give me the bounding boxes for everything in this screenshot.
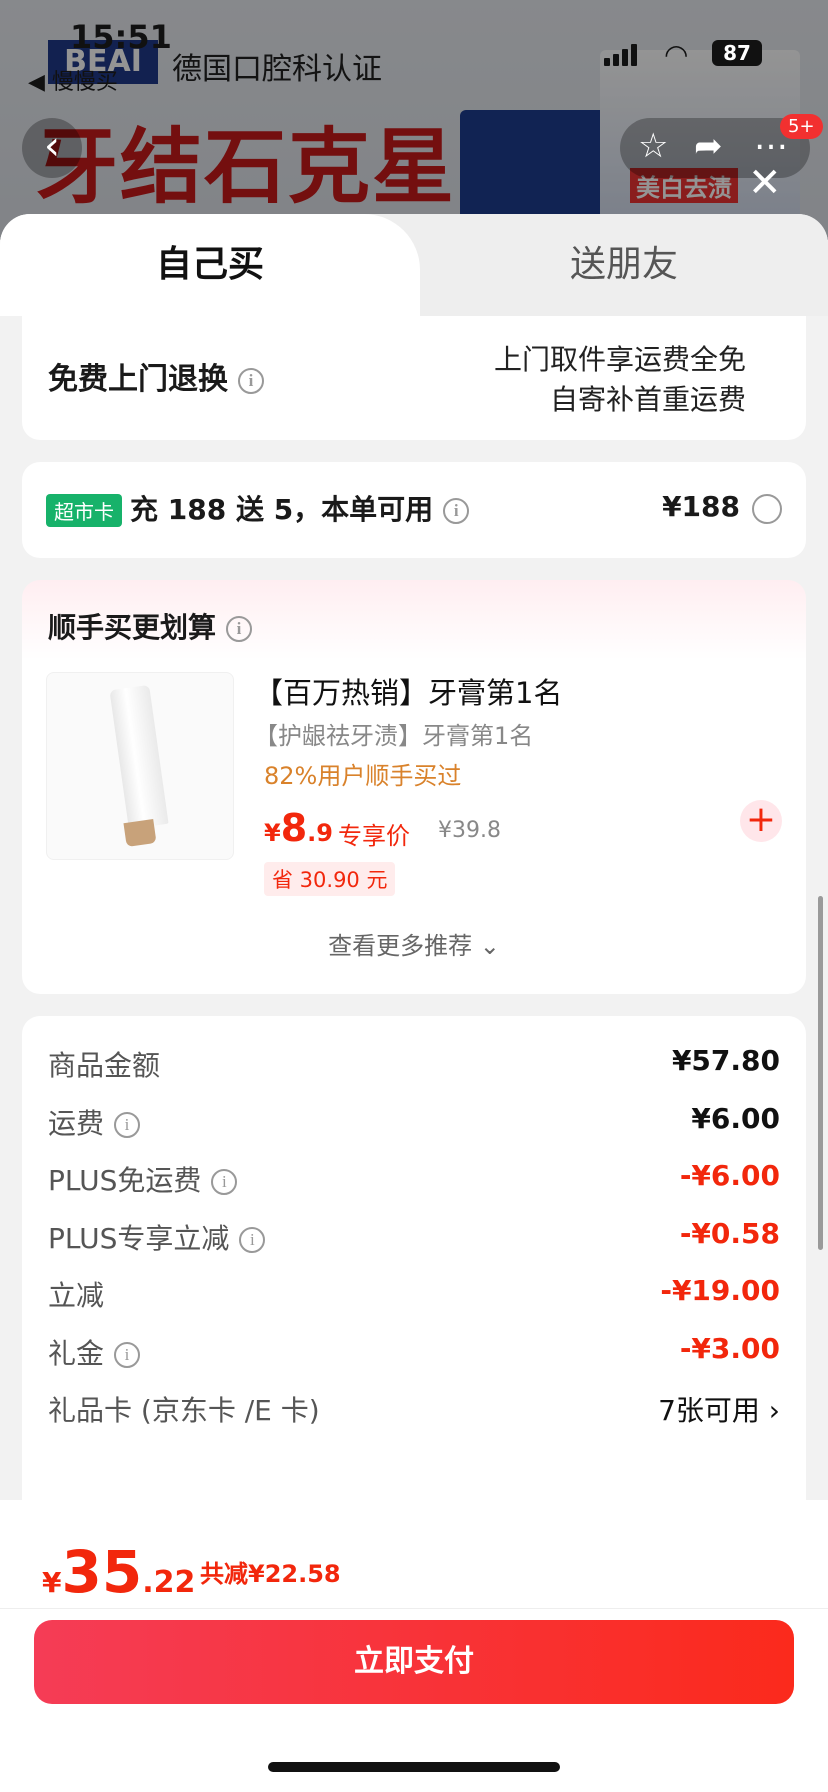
summary-value: 7张可用 › bbox=[658, 1394, 780, 1427]
info-icon[interactable]: i bbox=[211, 1169, 238, 1195]
summary-label: 立减 bbox=[48, 1279, 105, 1312]
product-price: ¥8.9 bbox=[264, 806, 333, 850]
info-icon[interactable]: i bbox=[239, 1226, 266, 1253]
star-icon[interactable]: ☆ bbox=[638, 126, 668, 166]
save-badge: 省 30.90 元 bbox=[264, 862, 396, 896]
info-icon[interactable]: i bbox=[114, 1341, 141, 1368]
info-icon[interactable]: i bbox=[226, 616, 253, 642]
summary-row: 礼金 i -¥3.00 bbox=[48, 1324, 780, 1372]
toothpaste-tube-image bbox=[109, 684, 169, 830]
supermarket-card-row[interactable]: 超市卡 充 188 送 5，本单可用 i ¥188 bbox=[22, 462, 806, 558]
supermarket-tag: 超市卡 bbox=[46, 494, 122, 527]
summary-label: 礼品卡 (京东卡 /E 卡) bbox=[48, 1394, 320, 1427]
add-to-order-button[interactable]: + bbox=[740, 800, 782, 842]
pay-now-button[interactable]: 立即支付 bbox=[34, 1620, 794, 1704]
summary-value: -¥19.00 bbox=[660, 1274, 780, 1307]
summary-value: -¥6.00 bbox=[679, 1159, 780, 1192]
toothpaste-cap-image bbox=[123, 819, 157, 847]
product-popularity: 82%用户顺手买过 bbox=[264, 762, 462, 790]
info-icon[interactable]: i bbox=[443, 498, 470, 524]
total-savings: 共减¥22.58 bbox=[200, 1560, 341, 1588]
signal-icon bbox=[604, 44, 638, 66]
clock: 15:51 bbox=[70, 18, 172, 56]
wifi-icon: ◠ bbox=[664, 38, 689, 71]
summary-label: PLUS免运费 i bbox=[48, 1159, 238, 1199]
recommend-title: 顺手买更划算 i bbox=[48, 606, 253, 646]
summary-row: 运费 i ¥6.00 bbox=[48, 1094, 780, 1142]
summary-row: 商品金额 ¥57.80 bbox=[48, 1036, 780, 1084]
return-line2: 自寄补首重运费 bbox=[549, 383, 746, 416]
summary-value: ¥57.80 bbox=[671, 1044, 780, 1077]
info-icon[interactable]: i bbox=[238, 367, 264, 394]
summary-row: PLUS免运费 i -¥6.00 bbox=[48, 1151, 780, 1199]
summary-row: 立减 -¥19.00 bbox=[48, 1266, 780, 1314]
recommend-card: 顺手买更划算 i 【百万热销】牙膏第1名 【护龈祛牙渍】牙膏第1名 82%用户顺手… bbox=[22, 580, 806, 994]
home-indicator[interactable] bbox=[268, 1762, 560, 1772]
summary-value: ¥6.00 bbox=[691, 1101, 780, 1135]
tab-gift-friend[interactable]: 送朋友 bbox=[420, 214, 828, 316]
return-line1: 上门取件享运费全免 bbox=[493, 343, 746, 376]
total-price: ¥35.22 bbox=[42, 1538, 196, 1606]
summary-label: 礼金 i bbox=[48, 1332, 141, 1372]
summary-row: PLUS专享立减 i -¥0.58 bbox=[48, 1209, 780, 1257]
supermarket-radio[interactable] bbox=[752, 494, 782, 524]
back-to-app-link[interactable]: ◀ 慢慢买 bbox=[28, 64, 118, 96]
close-icon[interactable]: ✕ bbox=[748, 160, 782, 206]
original-price: ¥39.8 bbox=[438, 818, 501, 843]
share-icon[interactable]: ➦ bbox=[694, 126, 723, 166]
tab-bar: 送朋友 自己买 bbox=[0, 214, 828, 316]
product-thumbnail[interactable] bbox=[46, 672, 234, 860]
back-icon[interactable]: ‹ bbox=[22, 118, 82, 178]
product-name[interactable]: 【百万热销】牙膏第1名 bbox=[254, 670, 562, 712]
summary-label: PLUS专享立减 i bbox=[48, 1217, 266, 1257]
tab-buy-self[interactable]: 自己买 bbox=[0, 214, 420, 316]
return-title: 免费上门退换 i bbox=[48, 354, 264, 398]
supermarket-price: ¥188 bbox=[662, 490, 740, 523]
more-recommend-link[interactable]: 查看更多推荐 ⌄ bbox=[22, 926, 806, 961]
battery-icon: 87 bbox=[712, 40, 762, 66]
price-summary-card: 商品金额 ¥57.80 运费 i ¥6.00 PLUS免运费 i -¥6.00 PLUS专享立减… bbox=[22, 1016, 806, 1576]
scrollbar[interactable] bbox=[818, 896, 823, 1250]
summary-label: 商品金额 bbox=[48, 1049, 161, 1082]
cart-badge: 5+ bbox=[780, 114, 823, 139]
divider bbox=[0, 1608, 828, 1609]
supermarket-offer: 充 188 送 5，本单可用 i bbox=[130, 488, 470, 528]
summary-value: -¥3.00 bbox=[679, 1331, 780, 1365]
summary-label: 运费 i bbox=[48, 1102, 141, 1142]
summary-row[interactable]: 礼品卡 (京东卡 /E 卡) 7张可用 › bbox=[48, 1381, 780, 1429]
status-bar: 15:51 ◀ 慢慢买 ◠ 87 bbox=[0, 0, 828, 95]
return-service-card: 免费上门退换 i 上门取件享运费全免 自寄补首重运费 bbox=[22, 316, 806, 440]
exclusive-price-label: 专享价 bbox=[338, 822, 410, 850]
summary-value: -¥0.58 bbox=[679, 1216, 780, 1250]
info-icon[interactable]: i bbox=[114, 1111, 141, 1138]
product-subtitle: 【护龈祛牙渍】牙膏第1名 bbox=[254, 722, 534, 750]
